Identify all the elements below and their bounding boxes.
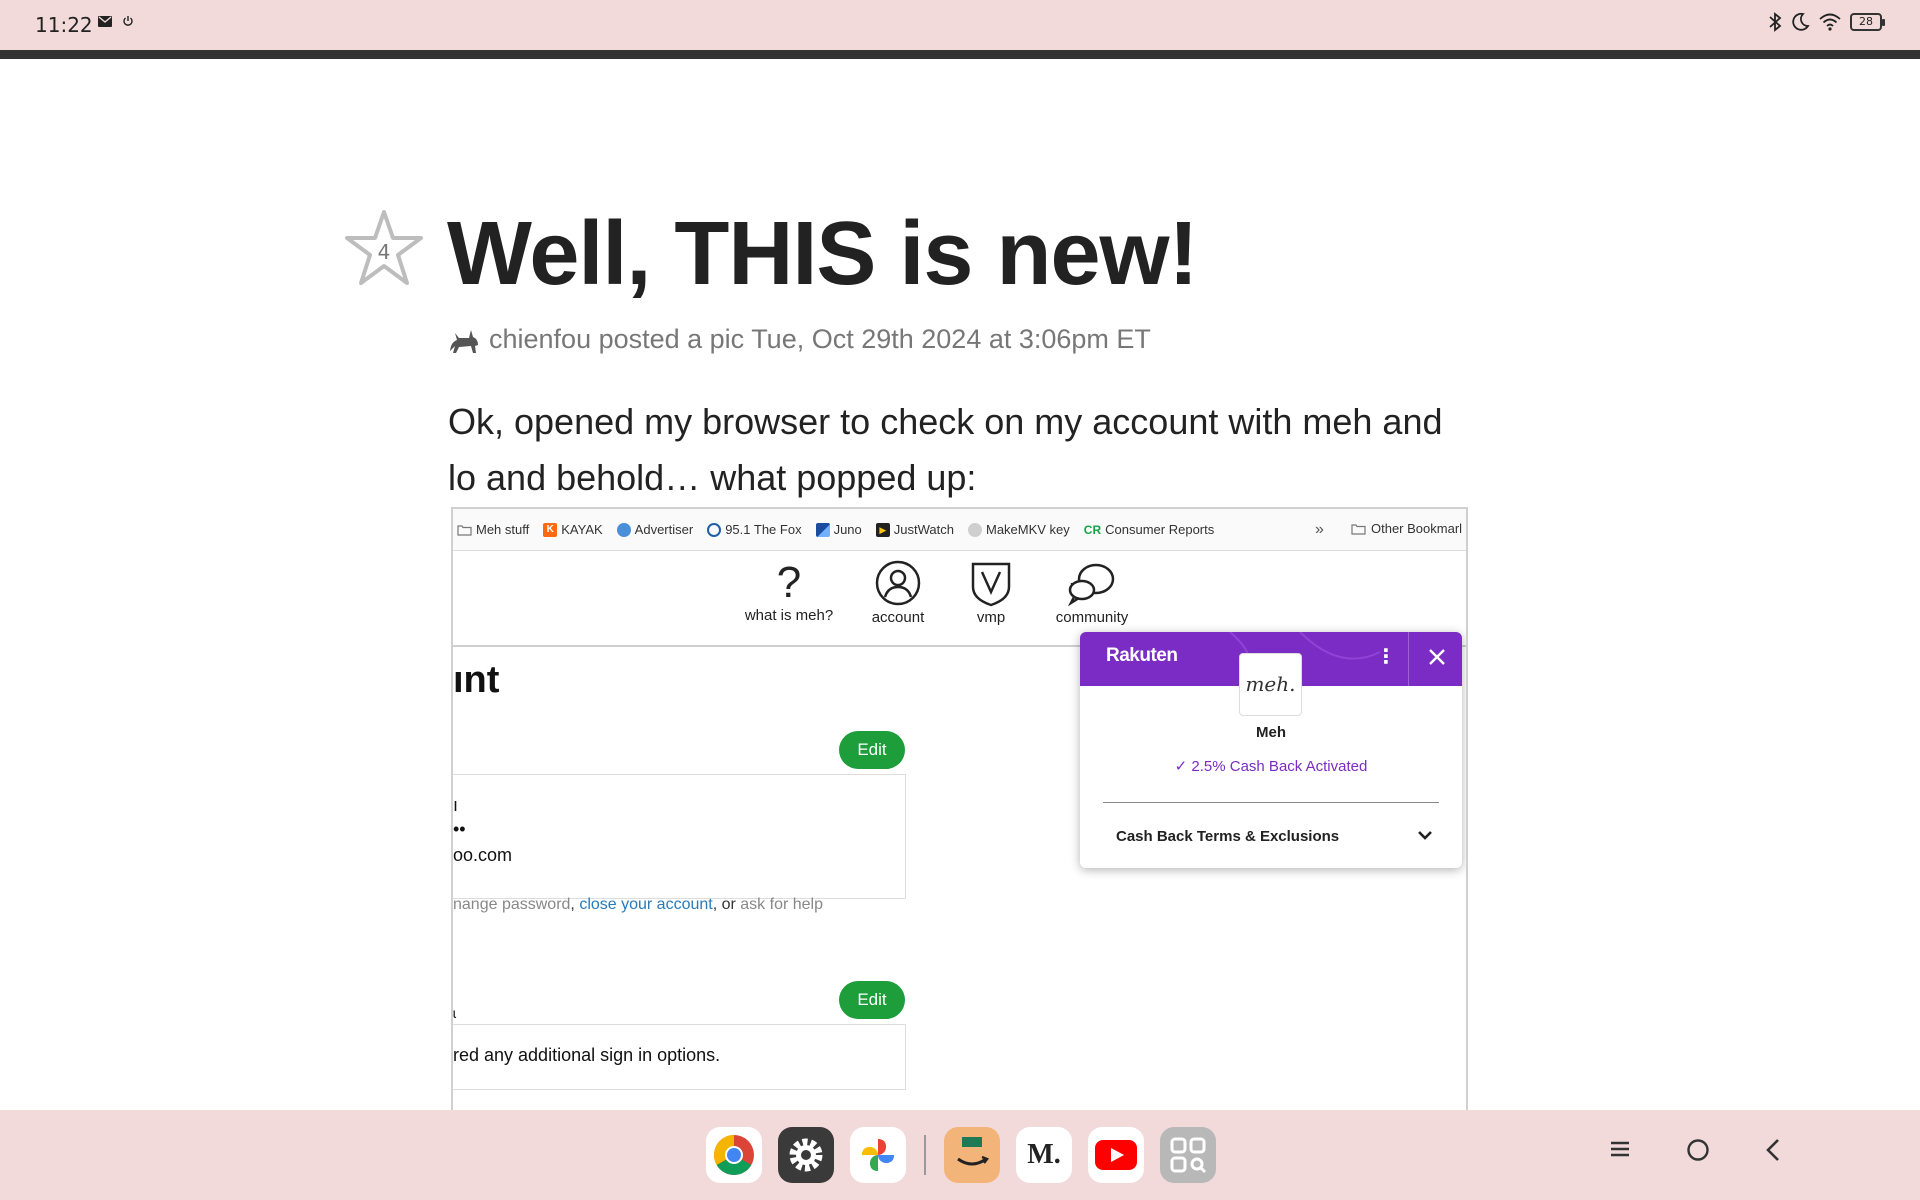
- bookmark-meh-stuff[interactable]: Meh stuff: [457, 522, 529, 537]
- battery-indicator: 28: [1850, 13, 1885, 31]
- mail-icon: [98, 15, 112, 27]
- status-bar: 11:22 28: [0, 0, 1920, 50]
- post-body: Ok, opened my browser to check on my acc…: [448, 401, 1443, 498]
- close-account-link[interactable]: close your account: [579, 896, 712, 913]
- ask-for-help-link[interactable]: ask for help: [740, 896, 823, 913]
- star-count: 4: [377, 240, 391, 264]
- makemkv-icon: [967, 522, 982, 537]
- chevron-down-icon[interactable]: [1416, 828, 1434, 842]
- bookmark-justwatch[interactable]: ▶ JustWatch: [875, 522, 954, 537]
- photos-icon: [862, 1139, 894, 1171]
- app-drawer-icon: [1170, 1137, 1207, 1174]
- post-title: Well, THIS is new!: [447, 204, 1198, 304]
- bookmarks-overflow-icon[interactable]: »: [1315, 521, 1324, 539]
- app-dock: M.: [706, 1127, 1216, 1183]
- justwatch-icon: ▶: [875, 522, 890, 537]
- rakuten-logo: Rakuten: [1106, 645, 1178, 666]
- medium-icon: M.: [1027, 1139, 1061, 1170]
- bookmark-makemkv[interactable]: MakeMKV key: [967, 522, 1070, 537]
- youtube-app[interactable]: [1088, 1127, 1144, 1183]
- close-icon[interactable]: [1424, 644, 1450, 670]
- kayak-icon: K: [543, 522, 558, 537]
- settings-app[interactable]: [778, 1127, 834, 1183]
- settings-icon: [789, 1138, 823, 1172]
- bookmark-juno[interactable]: Juno: [815, 522, 862, 537]
- cashback-terms-toggle[interactable]: Cash Back Terms & Exclusions: [1116, 828, 1339, 845]
- edit-button-2[interactable]: Edit: [839, 981, 905, 1019]
- bluetooth-icon: [1769, 12, 1782, 32]
- bookmark-consumer-reports[interactable]: CR Consumer Reports: [1084, 522, 1214, 537]
- status-time: 11:22: [35, 13, 93, 37]
- home-icon[interactable]: [1686, 1138, 1710, 1162]
- post-meta: chienfou posted a pic Tue, Oct 29th 2024…: [447, 324, 1151, 355]
- folder-icon: [457, 524, 472, 536]
- dnd-moon-icon: [1792, 12, 1810, 31]
- juno-icon: [815, 522, 830, 537]
- nav-community[interactable]: community: [1047, 559, 1137, 626]
- account-icon: [875, 560, 921, 606]
- vmp-shield-icon: [971, 562, 1011, 607]
- other-bookmarks[interactable]: Other Bookmarl: [1351, 521, 1462, 536]
- nav-account[interactable]: account: [858, 559, 938, 626]
- app-drawer[interactable]: [1160, 1127, 1216, 1183]
- rakuten-popup: Rakuten ⋮ meh. Meh ✓ 2.5% Cash Back Acti…: [1080, 632, 1462, 868]
- more-options-icon[interactable]: ⋮: [1376, 644, 1396, 669]
- star-rating-button[interactable]: 4: [344, 208, 424, 288]
- cr-icon: CR: [1083, 522, 1102, 537]
- medium-app[interactable]: M.: [1016, 1127, 1072, 1183]
- sign-in-options-card: ɩ red any additional sign in options.: [453, 1005, 906, 1090]
- cashback-status: ✓ 2.5% Cash Back Activated: [1174, 758, 1368, 775]
- bookmark-kayak[interactable]: K KAYAK: [543, 522, 603, 537]
- store-name: Meh: [1256, 724, 1286, 741]
- post-image[interactable]: Meh stuff K KAYAK Advertiser 95.1 The Fo…: [451, 507, 1468, 1110]
- post-meta-text: chienfou posted a pic Tue, Oct 29th 2024…: [489, 324, 1151, 354]
- edit-button[interactable]: Edit: [839, 731, 905, 769]
- recents-icon[interactable]: [1608, 1138, 1632, 1160]
- user-avatar-icon[interactable]: [447, 325, 481, 355]
- power-icon: [123, 16, 133, 26]
- system-nav-bar: M.: [0, 1110, 1920, 1200]
- nav-what-is-meh[interactable]: ? what is meh?: [733, 558, 845, 625]
- question-icon: ?: [776, 558, 802, 607]
- chrome-app[interactable]: [706, 1127, 762, 1183]
- change-password-link[interactable]: nange password: [453, 896, 570, 913]
- advertiser-icon: [616, 522, 631, 537]
- account-info-card: ı •• oo.com: [453, 774, 906, 899]
- bookmark-advertiser[interactable]: Advertiser: [616, 522, 693, 537]
- account-links: nange password, close your account, or a…: [453, 896, 823, 913]
- photos-app[interactable]: [850, 1127, 906, 1183]
- store-logo: meh.: [1239, 653, 1302, 716]
- popup-divider: [1103, 802, 1439, 803]
- amazon-app[interactable]: [944, 1127, 1000, 1183]
- community-icon: [1067, 563, 1115, 607]
- youtube-icon: [1095, 1140, 1137, 1170]
- header-divider: [1408, 632, 1409, 686]
- site-header-bar: [0, 50, 1920, 59]
- account-heading: ınt: [453, 659, 500, 701]
- folder-icon: [1351, 523, 1366, 535]
- wifi-icon: [1819, 13, 1841, 31]
- nav-vmp[interactable]: vmp: [958, 559, 1024, 626]
- bookmark-fox[interactable]: 95.1 The Fox: [707, 522, 802, 537]
- amazon-icon: [957, 1137, 989, 1166]
- chrome-icon: [714, 1135, 754, 1175]
- fox-icon: [707, 522, 722, 537]
- dock-separator: [924, 1135, 926, 1175]
- back-icon[interactable]: [1764, 1138, 1784, 1162]
